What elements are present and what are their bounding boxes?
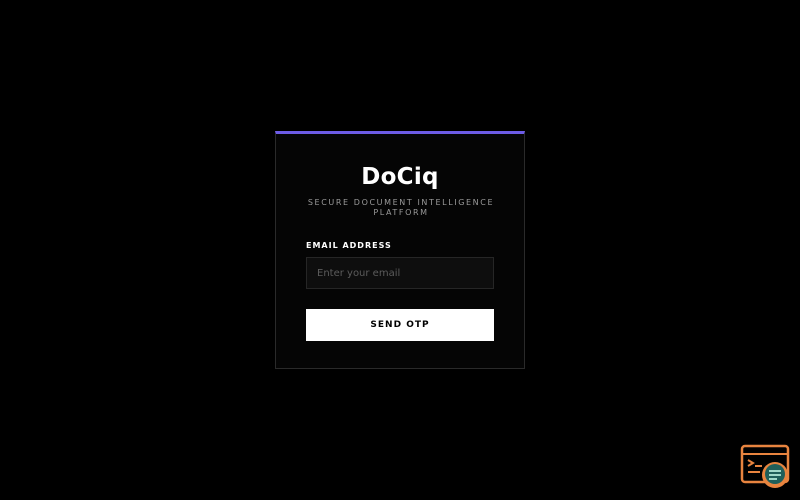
email-input[interactable]	[306, 257, 494, 289]
app-logo-text: DoCiq	[361, 164, 439, 190]
terminal-search-icon[interactable]	[740, 444, 794, 494]
login-card: DoCiq SECURE DOCUMENT INTELLIGENCE PLATF…	[275, 131, 525, 369]
app-tagline: SECURE DOCUMENT INTELLIGENCE PLATFORM	[307, 198, 495, 217]
send-otp-button[interactable]: SEND OTP	[306, 309, 494, 341]
email-label: EMAIL ADDRESS	[306, 241, 392, 250]
login-page: DoCiq SECURE DOCUMENT INTELLIGENCE PLATF…	[0, 0, 800, 500]
